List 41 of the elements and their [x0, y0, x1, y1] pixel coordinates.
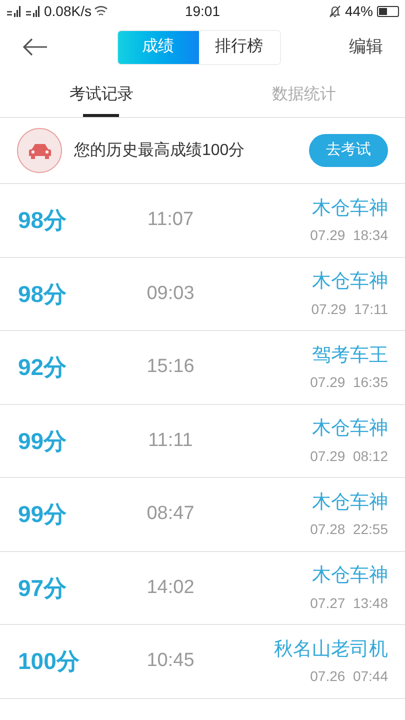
duration: 08:47: [146, 502, 196, 526]
exam-date: 07.29 08:12: [310, 446, 388, 466]
duration: 14:02: [146, 576, 196, 600]
rank-title: 木仓车神: [312, 490, 388, 514]
duration: 11:11: [147, 428, 194, 452]
rank-title: 木仓车神: [312, 270, 388, 294]
rank-title: 木仓车神: [312, 196, 388, 220]
exam-date: 07.29 18:34: [310, 226, 388, 245]
back-arrow-icon[interactable]: [22, 38, 48, 56]
signal-icon: [25, 5, 41, 17]
wifi-icon: [94, 5, 108, 17]
duration: 09:03: [146, 282, 196, 306]
rank-title: 秋名山老司机: [274, 638, 388, 662]
exam-date: 07.27 13:48: [310, 594, 388, 612]
exam-date: 07.29 16:35: [310, 373, 388, 392]
bell-off-icon: [328, 4, 341, 18]
rank-title: 木仓车神: [312, 417, 388, 441]
battery-icon: [377, 6, 399, 16]
tab[interactable]: 考试记录: [0, 72, 202, 117]
score: 97分: [18, 574, 68, 602]
duration: 11:07: [146, 208, 195, 232]
edit-button[interactable]: 编辑: [349, 34, 383, 60]
network-speed: 0.08K/s: [44, 2, 92, 20]
exam-date: 07.29 17:11: [311, 300, 388, 318]
battery-percent: 44%: [344, 2, 373, 20]
clock: 19:01: [184, 2, 222, 20]
best-score-text: 您的历史最高成绩100分: [74, 140, 246, 160]
score: 99分: [18, 426, 68, 456]
rank-title: 驾考车王: [312, 344, 388, 368]
exam-date: 07.26 07:44: [310, 667, 388, 686]
rank-title: 木仓车神: [312, 564, 388, 588]
duration: 15:16: [146, 355, 196, 379]
score: 98分: [18, 280, 68, 308]
score: 99分: [18, 500, 68, 529]
score: 98分: [18, 206, 68, 235]
car-icon: [17, 128, 62, 173]
duration: 10:45: [146, 649, 196, 673]
signal-icon: [6, 5, 22, 17]
exam-date: 07.28 22:55: [310, 520, 388, 539]
score: 92分: [18, 353, 68, 382]
score: 100分: [18, 647, 80, 676]
